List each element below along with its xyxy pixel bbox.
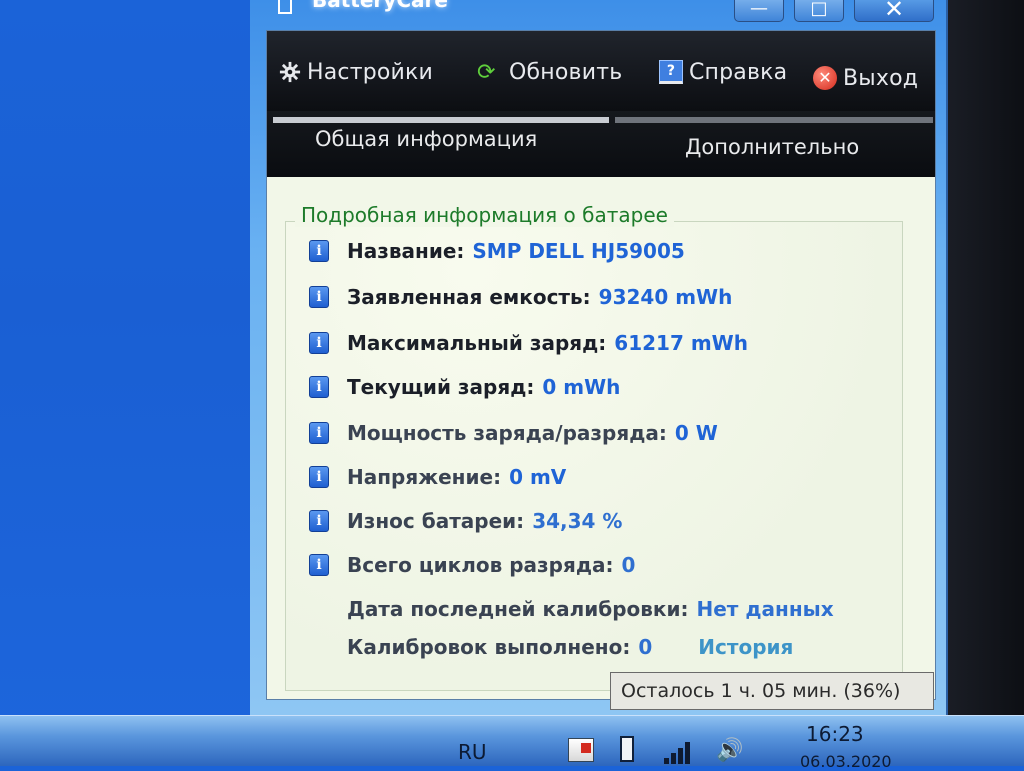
- group-title: Подробная информация о батарее: [295, 203, 674, 227]
- detail-row-current-charge: i Текущий заряд: 0 mWh: [309, 373, 620, 401]
- detail-row-power: i Мощность заряда/разряда: 0 W: [309, 419, 718, 447]
- toolbar: Настройки ⟳ Обновить ? Справка ✕ Выход: [267, 31, 935, 111]
- clock-date[interactable]: 06.03.2020: [800, 752, 892, 771]
- detail-row-last-calibration: Дата последней калибровки: Нет данных: [309, 595, 834, 623]
- tab-general-info[interactable]: Общая информация: [273, 117, 609, 161]
- detail-row-name: i Название: SMP DELL HJ59005: [309, 237, 685, 265]
- detail-label: Заявленная емкость:: [347, 285, 591, 309]
- detail-value: 0 W: [674, 421, 718, 445]
- info-icon: i: [309, 510, 329, 532]
- action-center-icon[interactable]: [568, 738, 594, 762]
- detail-row-wear: i Износ батареи: 34,34 %: [309, 507, 622, 535]
- refresh-button[interactable]: ⟳ Обновить: [477, 57, 622, 87]
- clock-time[interactable]: 16:23: [806, 722, 864, 746]
- battery-tooltip: Осталось 1 ч. 05 мин. (36%): [610, 672, 934, 710]
- batterycare-window: BatteryCare — □ ✕ Настройки ⟳ Обновить ?…: [250, 0, 948, 715]
- help-icon: ?: [659, 60, 683, 84]
- detail-row-calibrations-done: Калибровок выполнено: 0 История: [309, 633, 793, 661]
- tab-additional[interactable]: Дополнительно: [615, 117, 933, 161]
- network-signal-icon[interactable]: [664, 738, 694, 764]
- settings-label: Настройки: [307, 59, 434, 85]
- client-area: Настройки ⟳ Обновить ? Справка ✕ Выход О…: [266, 30, 936, 700]
- title-bar[interactable]: BatteryCare — □ ✕: [250, 0, 948, 28]
- taskbar: RU 🔊 16:23 06.03.2020: [0, 715, 1024, 771]
- refresh-icon: ⟳: [477, 59, 496, 85]
- detail-value: 0: [621, 553, 636, 577]
- minimize-button[interactable]: —: [734, 0, 784, 22]
- detail-value: 0 mV: [509, 465, 567, 489]
- exit-button[interactable]: ✕ Выход: [813, 63, 918, 93]
- detail-label: Текущий заряд:: [347, 375, 535, 399]
- detail-value: 0: [638, 635, 653, 659]
- detail-row-voltage: i Напряжение: 0 mV: [309, 463, 566, 491]
- info-icon: i: [309, 332, 329, 354]
- detail-row-design-capacity: i Заявленная емкость: 93240 mWh: [309, 283, 732, 311]
- info-icon: i: [309, 554, 329, 576]
- gear-icon: [279, 61, 301, 83]
- detail-label: Мощность заряда/разряда:: [347, 421, 667, 445]
- info-icon: i: [309, 466, 329, 488]
- detail-label: Всего циклов разряда:: [347, 553, 614, 577]
- detail-label: Напряжение:: [347, 465, 502, 489]
- desktop-edge: [948, 0, 1024, 765]
- detail-value: SMP DELL HJ59005: [472, 239, 685, 263]
- help-button[interactable]: ? Справка: [659, 57, 787, 87]
- battery-tray-icon[interactable]: [620, 736, 634, 762]
- refresh-label: Обновить: [509, 59, 623, 85]
- detail-row-cycles: i Всего циклов разряда: 0: [309, 551, 635, 579]
- detail-label: Калибровок выполнено:: [347, 635, 631, 659]
- info-icon: i: [309, 240, 329, 262]
- detail-label: Название:: [347, 239, 465, 263]
- maximize-button[interactable]: □: [794, 0, 844, 22]
- detail-label: Дата последней калибровки:: [347, 597, 689, 621]
- info-icon: i: [309, 422, 329, 444]
- detail-label: Максимальный заряд:: [347, 331, 607, 355]
- info-icon: i: [309, 286, 329, 308]
- help-label: Справка: [689, 59, 788, 85]
- history-link[interactable]: История: [698, 635, 793, 659]
- close-button[interactable]: ✕: [854, 0, 934, 22]
- detail-value: 0 mWh: [542, 375, 621, 399]
- detail-value: Нет данных: [696, 597, 834, 621]
- exit-label: Выход: [843, 65, 919, 91]
- language-indicator[interactable]: RU: [458, 740, 487, 764]
- detail-row-max-charge: i Максимальный заряд: 61217 mWh: [309, 329, 748, 357]
- detail-value: 93240 mWh: [598, 285, 733, 309]
- window-title: BatteryCare: [312, 0, 448, 12]
- detail-value: 34,34 %: [532, 509, 623, 533]
- detail-label: Износ батареи:: [347, 509, 525, 533]
- tab-strip: Общая информация Дополнительно: [267, 111, 935, 177]
- exit-icon: ✕: [813, 66, 837, 90]
- info-icon: i: [309, 376, 329, 398]
- volume-icon[interactable]: 🔊: [716, 738, 743, 763]
- detail-value: 61217 mWh: [614, 331, 748, 355]
- battery-app-icon: [278, 0, 292, 14]
- settings-button[interactable]: Настройки: [279, 57, 433, 87]
